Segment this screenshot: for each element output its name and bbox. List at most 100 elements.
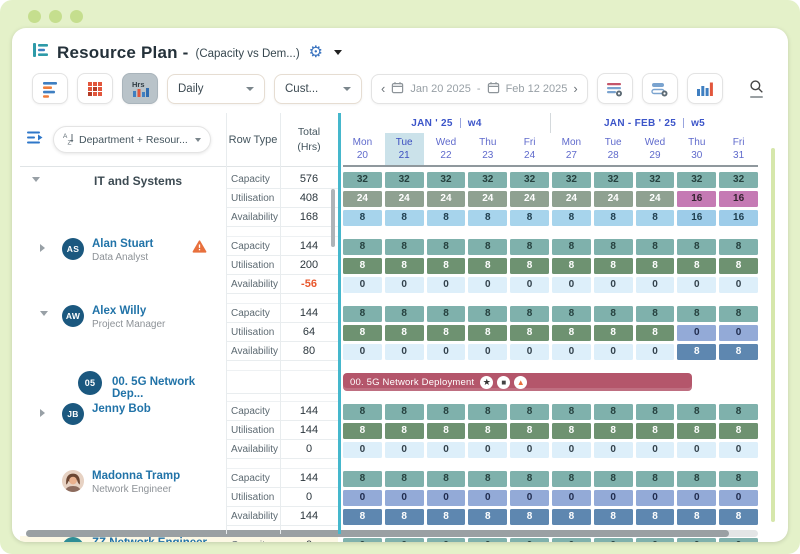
grid-cell[interactable]: 8	[468, 471, 507, 487]
resource-name[interactable]: 00. 5G Network Dep...	[112, 376, 226, 400]
interval-select[interactable]: Daily	[167, 74, 265, 104]
day-header[interactable]: Mon20	[343, 133, 382, 165]
grid-cell[interactable]: 8	[468, 306, 507, 322]
grid-cell[interactable]: 8	[594, 471, 633, 487]
grid-cell[interactable]: 8	[719, 306, 758, 322]
grid-cell[interactable]: 32	[636, 172, 675, 188]
grid-cell[interactable]: 8	[636, 306, 675, 322]
grid-cell[interactable]: 0	[552, 277, 591, 293]
grid-cell[interactable]: 8	[385, 306, 424, 322]
grid-cell[interactable]: 8	[636, 423, 675, 439]
grid-cell[interactable]: 0	[468, 538, 507, 543]
collapse-icon[interactable]	[40, 311, 48, 316]
grid-cell[interactable]: 8	[427, 471, 466, 487]
grid-cell[interactable]: 0	[343, 490, 382, 506]
grid-cell[interactable]: 0	[719, 325, 758, 341]
grid-cell[interactable]: 8	[385, 210, 424, 226]
chevron-down-icon[interactable]	[334, 50, 342, 55]
grid-cell[interactable]: 8	[594, 210, 633, 226]
grid-cell[interactable]: 0	[594, 490, 633, 506]
grid-cell[interactable]: 8	[636, 509, 675, 525]
grid-cell[interactable]: 0	[636, 442, 675, 458]
grid-cell[interactable]: 0	[510, 344, 549, 360]
grid-cell[interactable]: 0	[594, 344, 633, 360]
grid-cell[interactable]: 8	[343, 258, 382, 274]
grid-cell[interactable]: 0	[427, 490, 466, 506]
grid-cell[interactable]: 0	[510, 538, 549, 543]
grid-cell[interactable]: 8	[677, 239, 716, 255]
row-settings-button[interactable]	[642, 73, 678, 104]
grid-cell[interactable]: 8	[510, 404, 549, 420]
expand-icon[interactable]	[40, 409, 45, 417]
grid-cell[interactable]: 0	[594, 277, 633, 293]
next-period-button[interactable]: ›	[573, 82, 577, 95]
grid-cell[interactable]: 8	[677, 471, 716, 487]
grid-cell[interactable]: 8	[719, 423, 758, 439]
vertical-scrollbar[interactable]	[771, 148, 775, 522]
grid-cell[interactable]: 8	[385, 239, 424, 255]
grid-cell[interactable]: 8	[552, 509, 591, 525]
chart-export-button[interactable]	[687, 73, 723, 104]
grid-cell[interactable]: 8	[719, 258, 758, 274]
grid-cell[interactable]: 0	[510, 442, 549, 458]
resource-name[interactable]: Alex Willy	[92, 305, 165, 317]
grid-cell[interactable]: 8	[636, 404, 675, 420]
range-select[interactable]: Cust...	[274, 74, 362, 104]
panel-resizer[interactable]	[338, 113, 341, 534]
grid-cell[interactable]: 24	[636, 191, 675, 207]
grid-cell[interactable]: 8	[343, 325, 382, 341]
grid-cell[interactable]: 16	[719, 210, 758, 226]
project-star-icon[interactable]: ★	[480, 376, 493, 389]
grid-cell[interactable]: 0	[719, 538, 758, 543]
grid-cell[interactable]: 8	[343, 306, 382, 322]
grid-cell[interactable]: 32	[343, 172, 382, 188]
warning-icon[interactable]	[192, 240, 207, 258]
grid-cell[interactable]: 32	[552, 172, 591, 188]
grid-cell[interactable]: 32	[468, 172, 507, 188]
grid-cell[interactable]: 8	[677, 509, 716, 525]
group-by-select[interactable]: AZ Department + Resour...	[53, 126, 211, 153]
grid-cell[interactable]: 32	[510, 172, 549, 188]
grid-cell[interactable]: 0	[719, 490, 758, 506]
grid-cell[interactable]: 8	[719, 344, 758, 360]
grid-cell[interactable]: 0	[468, 344, 507, 360]
grid-cell[interactable]: 8	[510, 258, 549, 274]
grid-cell[interactable]: 0	[636, 277, 675, 293]
grid-cell[interactable]: 8	[636, 210, 675, 226]
grid-cell[interactable]: 24	[343, 191, 382, 207]
day-header[interactable]: Wed29	[636, 133, 675, 165]
grid-cell[interactable]: 8	[468, 210, 507, 226]
grid-cell[interactable]: 0	[636, 490, 675, 506]
grid-cell[interactable]: 8	[636, 239, 675, 255]
date-from-value[interactable]: Jan 20 2025	[410, 83, 471, 95]
project-stop-icon[interactable]: ■	[497, 376, 510, 389]
grid-cell[interactable]: 0	[636, 344, 675, 360]
grid-cell[interactable]: 8	[427, 306, 466, 322]
day-header[interactable]: Wed22	[427, 133, 466, 165]
expand-icon[interactable]	[40, 244, 45, 252]
resource-name[interactable]: Madonna Tramp	[92, 470, 180, 482]
grid-cell[interactable]: 8	[343, 471, 382, 487]
grid-cell[interactable]: 8	[427, 258, 466, 274]
grid-cell[interactable]: 8	[552, 404, 591, 420]
grid-cell[interactable]: 8	[468, 258, 507, 274]
grid-cell[interactable]: 0	[677, 442, 716, 458]
grid-cell[interactable]: 8	[468, 423, 507, 439]
grid-cell[interactable]: 8	[594, 404, 633, 420]
grid-cell[interactable]: 16	[677, 210, 716, 226]
grid-cell[interactable]: 24	[385, 191, 424, 207]
grid-cell[interactable]: 8	[552, 423, 591, 439]
grid-cell[interactable]: 8	[594, 423, 633, 439]
grid-cell[interactable]: 8	[594, 325, 633, 341]
resource-name[interactable]: ZZ Network Engineer	[92, 537, 207, 542]
grid-cell[interactable]: 8	[427, 423, 466, 439]
grid-cell[interactable]: 8	[385, 423, 424, 439]
grid-cell[interactable]: 8	[552, 306, 591, 322]
horizontal-scrollbar[interactable]	[26, 530, 729, 537]
grid-cell[interactable]: 8	[719, 404, 758, 420]
gear-icon[interactable]: ⚙	[309, 45, 323, 61]
grid-cell[interactable]: 0	[385, 538, 424, 543]
grid-cell[interactable]: 8	[719, 471, 758, 487]
grid-cell[interactable]: 8	[427, 509, 466, 525]
grid-cell[interactable]: 0	[468, 490, 507, 506]
